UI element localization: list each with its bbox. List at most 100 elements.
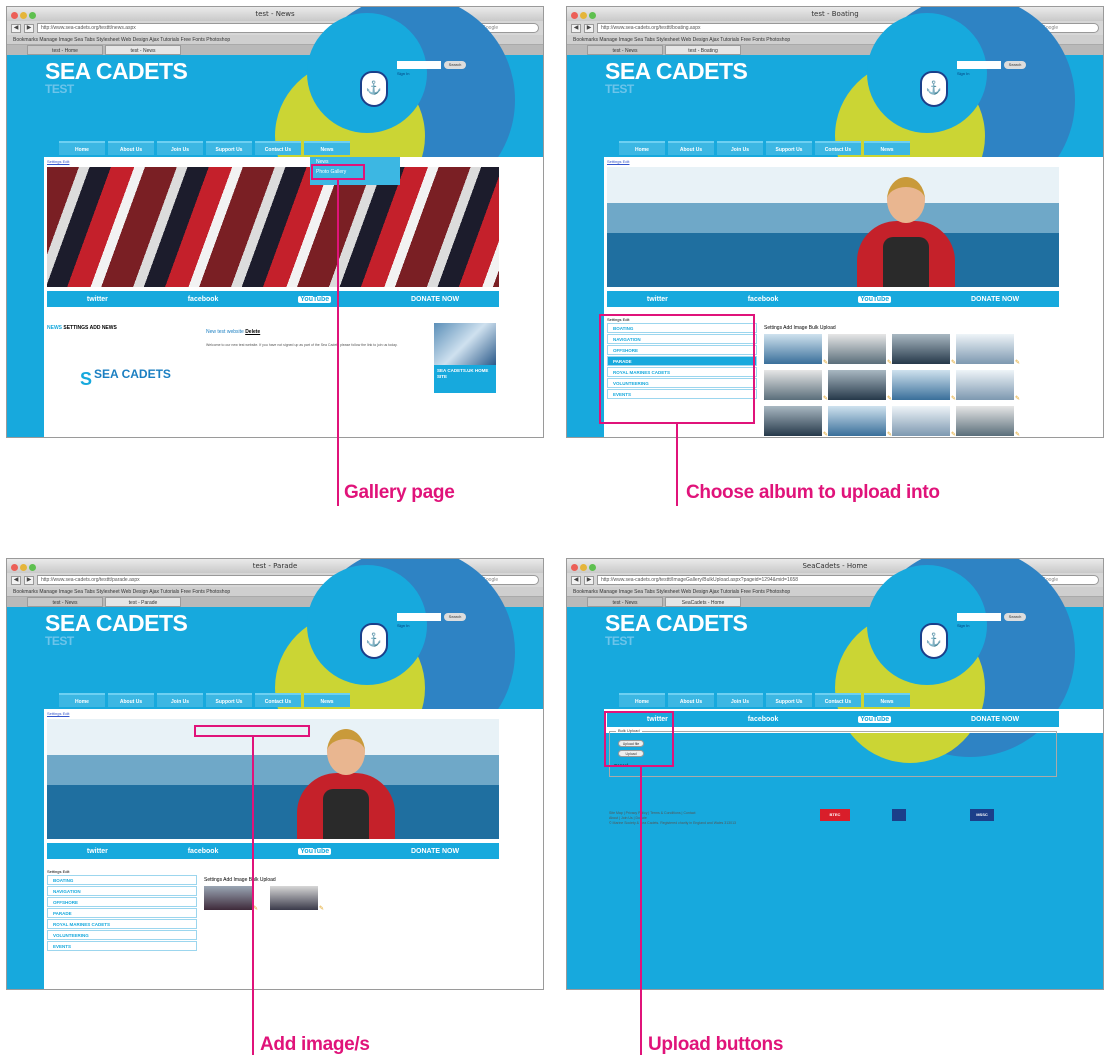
sign-in-link[interactable]: Sign In xyxy=(957,623,969,628)
promo-card[interactable]: SEA CADETS.UK HOME SITE xyxy=(434,323,496,393)
nav-home[interactable]: Home xyxy=(59,693,105,707)
site-search-button[interactable]: Search xyxy=(1004,613,1026,621)
gallery-thumbnail[interactable] xyxy=(764,406,828,437)
grid-actions[interactable]: Settings Add Image Bulk Upload xyxy=(204,877,504,883)
album-settings-link[interactable]: Settings Edit xyxy=(47,869,197,874)
back-icon[interactable]: ◀ xyxy=(11,575,21,585)
twitter-link[interactable]: twitter xyxy=(87,296,108,303)
nav-home[interactable]: Home xyxy=(59,141,105,155)
youtube-link[interactable]: YouTube xyxy=(298,847,332,855)
gallery-thumbnail[interactable] xyxy=(892,370,956,402)
nav-contact[interactable]: Contact Us xyxy=(255,693,301,707)
donate-link[interactable]: DONATE NOW xyxy=(971,716,1019,723)
window-controls[interactable] xyxy=(11,562,38,576)
twitter-link[interactable]: twitter xyxy=(87,848,108,855)
gallery-thumbnail[interactable] xyxy=(204,886,258,912)
sign-in-link[interactable]: Sign In xyxy=(957,71,969,76)
album-item[interactable]: OFFSHORE xyxy=(47,897,197,907)
album-item[interactable]: NAVIGATION xyxy=(47,886,197,896)
settings-edit-link[interactable]: Settings Edit xyxy=(47,159,69,164)
donate-link[interactable]: DONATE NOW xyxy=(411,296,459,303)
site-search-input[interactable] xyxy=(957,61,1001,69)
nav-join[interactable]: Join Us xyxy=(157,693,203,707)
donate-link[interactable]: DONATE NOW xyxy=(971,296,1019,303)
news-actions[interactable]: SETTINGS ADD NEWS xyxy=(63,325,116,331)
grid-actions[interactable]: Settings Add Image Bulk Upload xyxy=(764,325,1064,331)
partner-logo[interactable]: MSSC xyxy=(970,809,994,821)
back-icon[interactable]: ◀ xyxy=(571,575,581,585)
settings-edit-link[interactable]: Settings Edit xyxy=(607,159,629,164)
window-controls[interactable] xyxy=(571,10,598,24)
browser-tab[interactable]: test - Parade xyxy=(105,597,181,607)
nav-contact[interactable]: Contact Us xyxy=(815,141,861,155)
nav-contact[interactable]: Contact Us xyxy=(255,141,301,155)
album-item[interactable]: EVENTS xyxy=(47,941,197,951)
nav-news[interactable]: News xyxy=(304,141,350,155)
forward-icon[interactable]: ▶ xyxy=(24,575,34,585)
nav-about[interactable]: About Us xyxy=(668,693,714,707)
back-icon[interactable]: ◀ xyxy=(571,23,581,33)
album-item[interactable]: PARADE xyxy=(47,908,197,918)
nav-join[interactable]: Join Us xyxy=(717,141,763,155)
news-item-title[interactable]: New test website Delete xyxy=(206,329,260,335)
facebook-link[interactable]: facebook xyxy=(188,296,219,303)
donate-link[interactable]: DONATE NOW xyxy=(411,848,459,855)
facebook-link[interactable]: facebook xyxy=(188,848,219,855)
forward-icon[interactable]: ▶ xyxy=(24,23,34,33)
site-logo[interactable]: SEA CADETS TEST xyxy=(45,612,188,649)
browser-tab[interactable]: test - Home xyxy=(27,45,103,55)
site-search-button[interactable]: Search xyxy=(1004,61,1026,69)
settings-edit-link[interactable]: Settings Edit xyxy=(47,711,69,716)
site-search-button[interactable]: Search xyxy=(444,61,466,69)
facebook-link[interactable]: facebook xyxy=(748,716,779,723)
nav-news[interactable]: News xyxy=(864,141,910,155)
browser-tab[interactable]: SeaCadets - Home xyxy=(665,597,741,607)
nav-contact[interactable]: Contact Us xyxy=(815,693,861,707)
nav-support[interactable]: Support Us xyxy=(766,693,812,707)
nav-news[interactable]: News xyxy=(304,693,350,707)
gallery-thumbnail[interactable] xyxy=(892,406,956,437)
delete-link[interactable]: Delete xyxy=(245,329,260,335)
nav-join[interactable]: Join Us xyxy=(157,141,203,155)
youtube-link[interactable]: YouTube xyxy=(858,715,892,723)
nav-about[interactable]: About Us xyxy=(108,141,154,155)
nav-home[interactable]: Home xyxy=(619,693,665,707)
browser-tab[interactable]: test - News xyxy=(27,597,103,607)
forward-icon[interactable]: ▶ xyxy=(584,23,594,33)
nav-about[interactable]: About Us xyxy=(668,141,714,155)
site-logo[interactable]: SEA CADETS TEST xyxy=(45,60,188,97)
browser-tab[interactable]: test - Boating xyxy=(665,45,741,55)
gallery-thumbnail[interactable] xyxy=(828,370,892,402)
site-search-button[interactable]: Search xyxy=(444,613,466,621)
browser-tab[interactable]: test - News xyxy=(105,45,181,55)
sign-in-link[interactable]: Sign In xyxy=(397,71,409,76)
gallery-thumbnail[interactable] xyxy=(270,886,324,912)
window-controls[interactable] xyxy=(571,562,598,576)
site-search-input[interactable] xyxy=(957,613,1001,621)
gallery-thumbnail[interactable] xyxy=(956,406,1020,437)
facebook-link[interactable]: facebook xyxy=(748,296,779,303)
nav-news[interactable]: News xyxy=(864,693,910,707)
gallery-thumbnail[interactable] xyxy=(828,334,892,366)
gallery-thumbnail[interactable] xyxy=(764,370,828,402)
twitter-link[interactable]: twitter xyxy=(647,296,668,303)
youtube-link[interactable]: YouTube xyxy=(858,295,892,303)
site-search-input[interactable] xyxy=(397,613,441,621)
album-item[interactable]: ROYAL MARINES CADETS xyxy=(47,919,197,929)
gallery-thumbnail[interactable] xyxy=(956,334,1020,366)
browser-tab[interactable]: test - News xyxy=(587,45,663,55)
sign-in-link[interactable]: Sign In xyxy=(397,623,409,628)
nav-support[interactable]: Support Us xyxy=(766,141,812,155)
nav-support[interactable]: Support Us xyxy=(206,141,252,155)
album-item[interactable]: VOLUNTEERING xyxy=(47,930,197,940)
youtube-link[interactable]: YouTube xyxy=(298,295,332,303)
gallery-thumbnail[interactable] xyxy=(956,370,1020,402)
gallery-thumbnail[interactable] xyxy=(828,406,892,437)
back-icon[interactable]: ◀ xyxy=(11,23,21,33)
partner-logo[interactable]: BTEC xyxy=(820,809,850,821)
gallery-thumbnail[interactable] xyxy=(892,334,956,366)
nav-home[interactable]: Home xyxy=(619,141,665,155)
site-logo[interactable]: SEA CADETS TEST xyxy=(605,612,748,649)
window-controls[interactable] xyxy=(11,10,38,24)
nav-support[interactable]: Support Us xyxy=(206,693,252,707)
